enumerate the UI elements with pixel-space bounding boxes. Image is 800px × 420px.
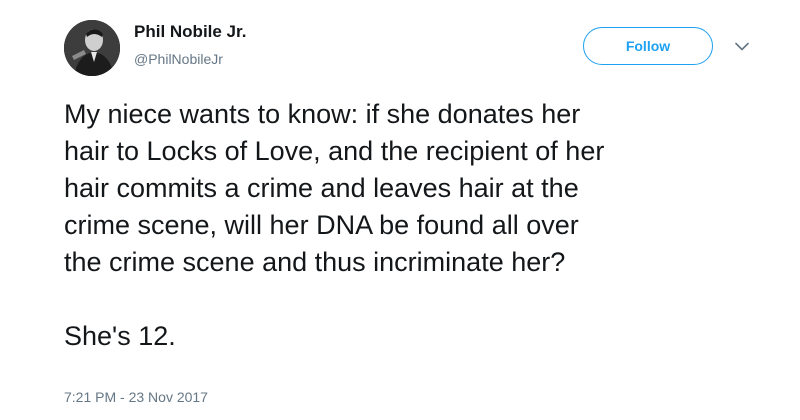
tweet-timestamp[interactable]: 7:21 PM - 23 Nov 2017 [64,389,208,405]
tweet-paragraph: My niece wants to know: if she donates h… [64,96,764,281]
author-screen-name[interactable]: @PhilNobileJr [134,51,223,67]
follow-button[interactable]: Follow [583,27,713,65]
tweet-card: Phil Nobile Jr. @PhilNobileJr Follow My … [0,0,800,420]
tweet-second-paragraph: She's 12. [64,321,176,351]
author-display-name[interactable]: Phil Nobile Jr. [134,22,246,42]
avatar[interactable] [64,20,120,76]
more-options-button[interactable] [732,36,752,56]
tweet-line: hair to Locks of Love, and the recipient… [64,136,605,166]
tweet-line: hair commits a crime and leaves hair at … [64,173,579,203]
tweet-line: the crime scene and thus incriminate her… [64,247,566,277]
tweet-text: My niece wants to know: if she donates h… [64,96,764,355]
tweet-line: crime scene, will her DNA be found all o… [64,210,579,240]
tweet-line: My niece wants to know: if she donates h… [64,99,581,129]
chevron-down-icon [735,42,749,50]
profile-photo-icon [64,20,120,76]
